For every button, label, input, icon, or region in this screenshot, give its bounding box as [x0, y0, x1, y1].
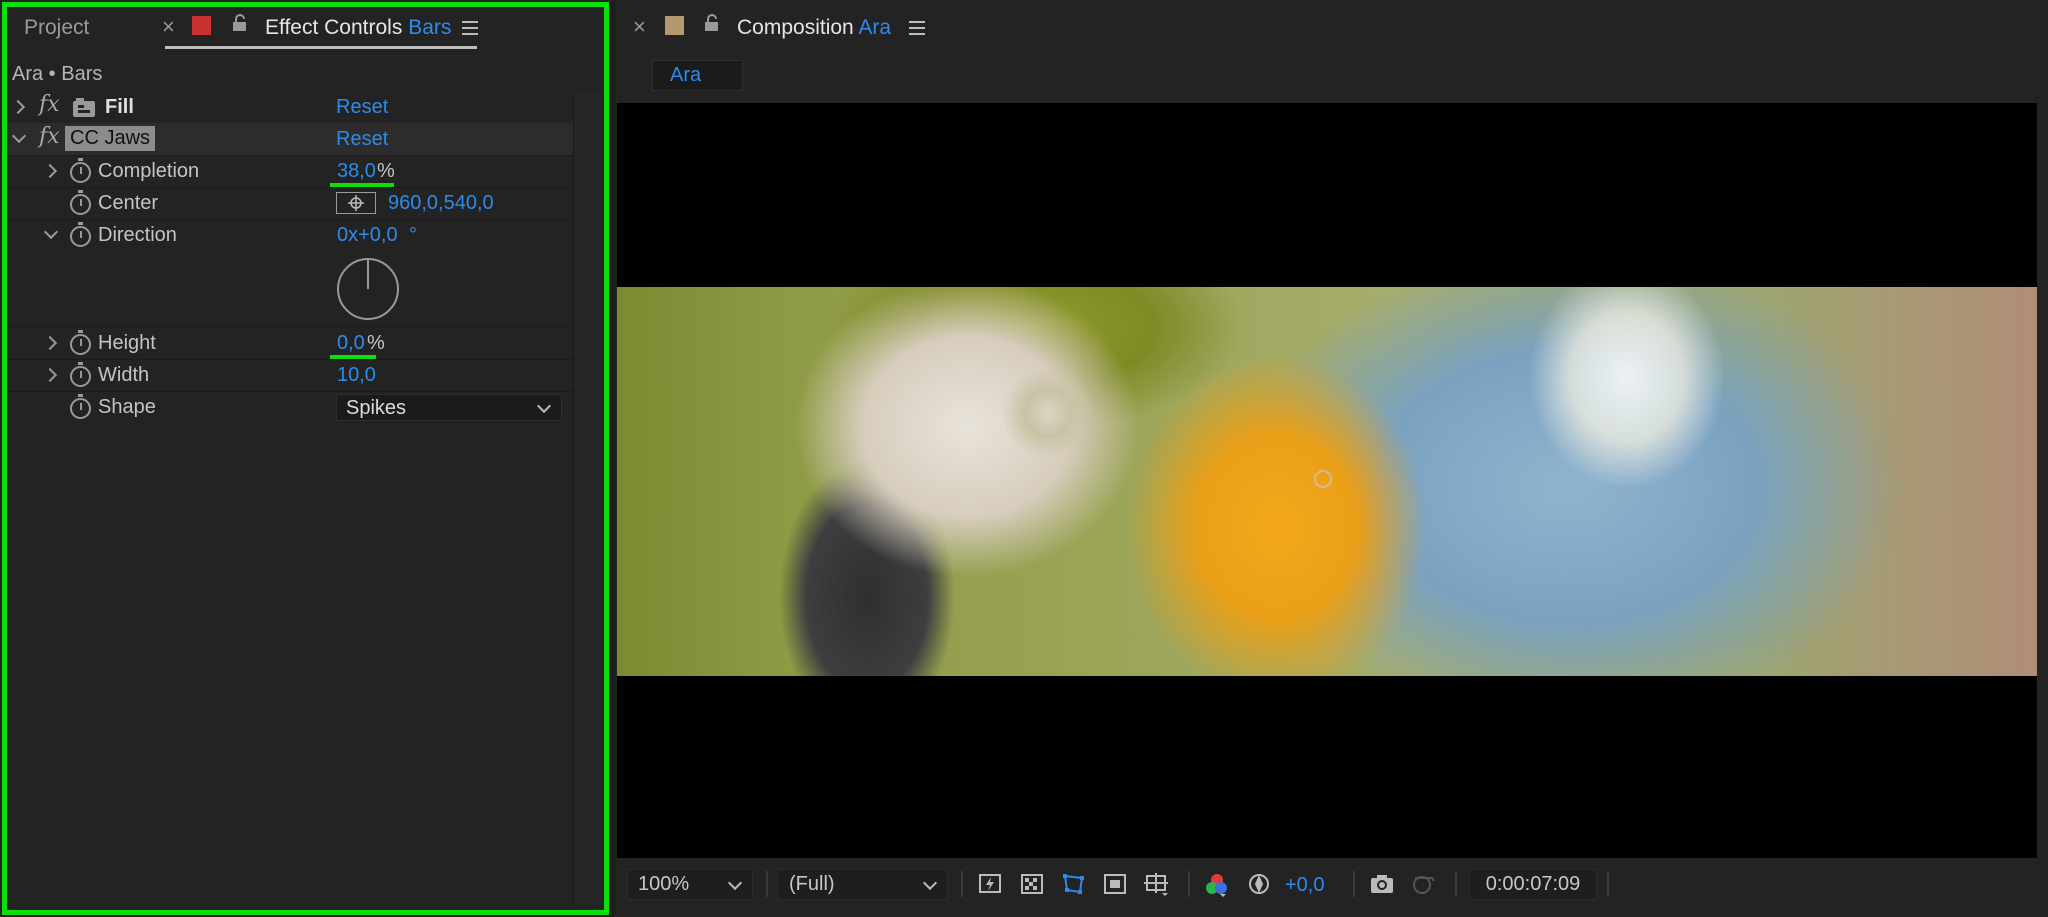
show-snapshot-icon — [1412, 873, 1435, 895]
width-value[interactable]: 10,0 — [337, 364, 376, 387]
exposure-reset-icon[interactable] — [1248, 873, 1270, 895]
close-tab-icon[interactable]: × — [633, 14, 646, 40]
resolution-value: (Full) — [789, 873, 835, 895]
chevron-right-icon[interactable] — [10, 99, 26, 115]
chevron-down-icon — [727, 875, 743, 891]
exposure-value[interactable]: +0,0 — [1285, 874, 1324, 897]
resolution-dropdown[interactable]: (Full) — [777, 869, 948, 900]
camera-snapshot-icon[interactable] — [1370, 873, 1393, 895]
stopwatch-icon[interactable] — [70, 158, 91, 183]
comp-breadcrumb-tab[interactable]: Ara — [652, 60, 743, 91]
height-unit: % — [367, 332, 385, 354]
toolbar-divider — [1455, 871, 1457, 897]
tab-effect-controls-label: Effect Controls — [265, 16, 403, 39]
channel-icon[interactable] — [1205, 873, 1227, 897]
breadcrumb: Ara • Bars — [12, 63, 103, 85]
property-label-shape: Shape — [98, 396, 156, 418]
stopwatch-icon[interactable] — [70, 222, 91, 247]
mask-visibility-icon[interactable] — [1062, 873, 1084, 895]
toolbar-divider — [961, 871, 963, 897]
zoom-value: 100% — [638, 873, 690, 895]
tab-layer-name: Bars — [408, 16, 452, 39]
property-label-direction: Direction — [98, 224, 177, 246]
tab-composition-name: Ara — [858, 16, 892, 39]
grid-guides-icon[interactable] — [1144, 873, 1170, 896]
chevron-down-icon[interactable] — [43, 224, 59, 240]
effect-preset-icon — [73, 98, 95, 117]
lock-icon[interactable] — [703, 14, 720, 32]
toolbar-divider — [1353, 871, 1355, 897]
tab-effect-controls[interactable]: Effect Controls Bars — [265, 16, 451, 40]
completion-unit: % — [377, 160, 395, 182]
property-label-width: Width — [98, 364, 150, 386]
effect-row-fill[interactable]: fx Fill Reset — [7, 91, 573, 124]
stopwatch-icon[interactable] — [70, 362, 91, 387]
close-tab-icon[interactable]: × — [162, 14, 175, 40]
effect-name-cc-jaws: CC Jaws — [65, 126, 156, 151]
angle-dial[interactable] — [336, 257, 400, 321]
chevron-down-icon — [922, 875, 938, 891]
crosshair-icon[interactable] — [336, 192, 376, 214]
property-row-shape: Shape Spikes — [7, 391, 573, 423]
scrollbar[interactable] — [573, 92, 602, 905]
label-color-swatch[interactable] — [192, 16, 211, 35]
property-row-center: Center 960,0,540,0 — [7, 187, 573, 220]
anchor-point-icon[interactable] — [1314, 470, 1332, 488]
shape-dropdown[interactable]: Spikes — [336, 394, 562, 421]
panel-menu-icon[interactable] — [462, 21, 478, 35]
stopwatch-icon[interactable] — [70, 190, 91, 215]
region-of-interest-icon[interactable] — [1104, 873, 1126, 895]
stopwatch-icon[interactable] — [70, 394, 91, 419]
reset-fill-button[interactable]: Reset — [336, 96, 388, 119]
direction-unit: ° — [409, 224, 417, 246]
height-value[interactable]: 0,0 — [337, 332, 365, 355]
chevron-down-icon — [536, 398, 552, 414]
property-row-completion: Completion 38,0 % — [7, 155, 573, 188]
reset-cc-jaws-button[interactable]: Reset — [336, 128, 388, 151]
property-label-center: Center — [98, 192, 159, 214]
fx-icon[interactable]: fx — [39, 124, 60, 149]
property-row-width: Width 10,0 — [7, 359, 573, 392]
effect-name-fill: Fill — [105, 96, 134, 118]
fx-icon[interactable]: fx — [39, 92, 60, 117]
property-row-direction: Direction 0x+0,0 ° — [7, 219, 573, 327]
effect-row-cc-jaws[interactable]: fx CC Jaws Reset — [7, 123, 573, 156]
chevron-right-icon[interactable] — [42, 335, 58, 351]
property-row-height: Height 0,0 % — [7, 327, 573, 360]
toolbar-divider — [1607, 871, 1609, 897]
stopwatch-icon[interactable] — [70, 330, 91, 355]
chevron-right-icon[interactable] — [42, 163, 58, 179]
tab-composition-label: Composition — [737, 16, 854, 39]
tab-project[interactable]: Project — [24, 16, 89, 40]
tab-composition[interactable]: Composition Ara — [737, 16, 891, 40]
toolbar-divider — [766, 871, 768, 897]
chevron-down-icon[interactable] — [11, 128, 27, 144]
fast-previews-icon[interactable] — [979, 873, 1001, 895]
toolbar-divider — [1188, 871, 1190, 897]
lock-icon[interactable] — [231, 14, 248, 32]
current-time-display[interactable]: 0:00:07:09 — [1469, 869, 1597, 900]
transparency-grid-icon[interactable] — [1021, 873, 1043, 895]
completion-value[interactable]: 38,0 — [337, 160, 376, 183]
property-label-completion: Completion — [98, 160, 200, 182]
active-tab-indicator — [165, 46, 477, 49]
direction-value[interactable]: 0x+0,0 — [337, 224, 398, 247]
label-color-swatch[interactable] — [665, 16, 684, 35]
panel-menu-icon[interactable] — [909, 21, 925, 35]
shape-dropdown-value: Spikes — [346, 397, 407, 419]
property-label-height: Height — [98, 332, 156, 354]
center-value[interactable]: 960,0,540,0 — [388, 192, 494, 215]
chevron-right-icon[interactable] — [42, 367, 58, 383]
zoom-dropdown[interactable]: 100% — [627, 869, 753, 900]
